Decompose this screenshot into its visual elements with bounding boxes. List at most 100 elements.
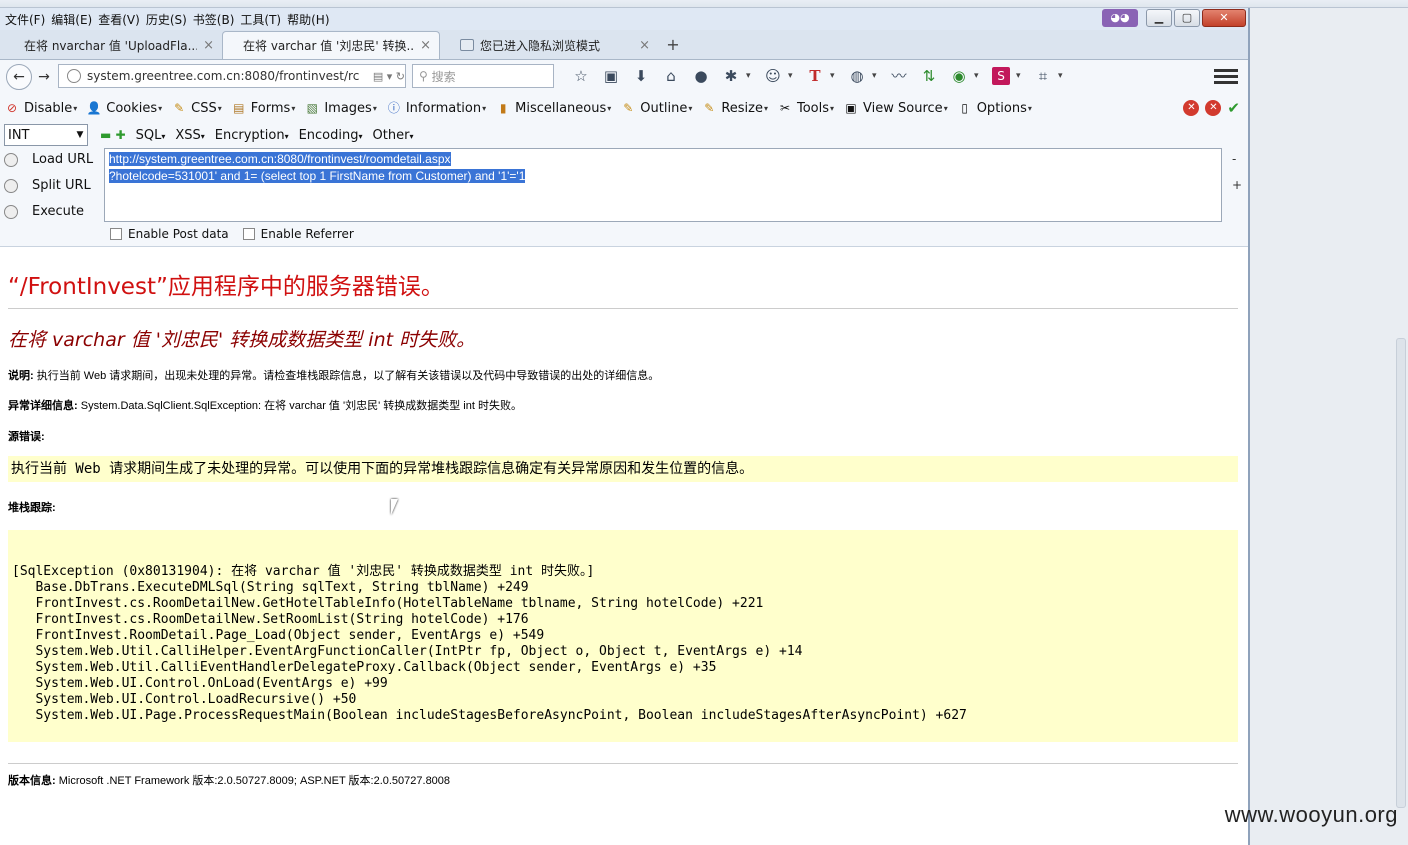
tab-close-icon[interactable]: ×	[420, 38, 431, 53]
stack-line: FrontInvest.RoomDetail.Page_Load(Object …	[12, 628, 545, 643]
download-icon[interactable]: ⬇	[626, 65, 656, 87]
wd-tools[interactable]: ✂ Tools ▾	[777, 101, 834, 116]
chat-icon[interactable]: ●	[686, 65, 716, 87]
stack-trace-heading: 堆栈跟踪:	[8, 499, 56, 515]
chevron-down-icon[interactable]: ▾	[872, 71, 884, 81]
chevron-down-icon[interactable]: ▾	[788, 71, 800, 81]
hackbar-menu-row: INT ▼ ▬ ✚ SQL▾ XSS▾ Encryption▾ Encoding…	[4, 124, 423, 146]
menu-history[interactable]: 历史(S)	[143, 11, 190, 28]
load-url-button[interactable]: Load URL	[4, 152, 93, 167]
divider	[8, 308, 1238, 309]
tab-close-icon[interactable]: ×	[639, 38, 650, 53]
disable-icon: ⊘	[6, 101, 18, 115]
expand-button[interactable]: +	[1232, 178, 1242, 192]
error-subtitle: 在将 varchar 值 '刘忠民' 转换成数据类型 int 时失败。	[8, 329, 476, 351]
wd-options[interactable]: ▯ Options ▾	[957, 101, 1032, 116]
greasemonkey-icon[interactable]: ☺	[758, 65, 788, 87]
valid-check-icon[interactable]: ✔	[1227, 100, 1240, 116]
hackbar-menu-other[interactable]: Other▾	[373, 128, 414, 143]
css-error-icon[interactable]: ✕	[1183, 100, 1200, 116]
hamburger-menu-icon[interactable]	[1214, 66, 1238, 86]
firebug-icon[interactable]: ✱	[716, 65, 746, 87]
menu-bar: 文件(F) 编辑(E) 查看(V) 历史(S) 书签(B) 工具(T) 帮助(H…	[0, 8, 1248, 30]
menu-view[interactable]: 查看(V)	[95, 11, 143, 28]
css-icon: ✎	[174, 101, 185, 115]
graph-icon[interactable]: 〰	[884, 65, 914, 87]
url-bar[interactable]: system.greentree.com.cn:8080/frontinvest…	[58, 64, 406, 88]
wd-css[interactable]: ✎ CSS ▾	[171, 101, 222, 116]
background-scrollbar[interactable]	[1396, 338, 1406, 808]
chevron-down-icon[interactable]: ▾	[830, 71, 842, 81]
increment-icons[interactable]: ▬ ✚	[100, 128, 126, 142]
shrink-button[interactable]: -	[1232, 152, 1236, 166]
hackbar-menu-sql[interactable]: SQL▾	[136, 128, 166, 143]
forward-button[interactable]: →	[34, 69, 54, 85]
outline-icon: ✎	[623, 101, 634, 115]
tab-nvarchar-error[interactable]: 在将 nvarchar 值 'UploadFla... ×	[4, 31, 222, 59]
hackbar-checkboxes: Enable Post data Enable Referrer	[110, 227, 368, 241]
search-input[interactable]: ⚲ 搜索	[412, 64, 554, 88]
menu-file[interactable]: 文件(F)	[2, 11, 48, 28]
exception-details-line: 异常详细信息: System.Data.SqlClient.SqlExcepti…	[8, 397, 522, 413]
toolbar-icons: ☆ ▣ ⬇ ⌂ ● ✱ ▾ ☺ ▾ T ▾ ◍ ▾ 〰 ⇅ ◉ ▾ S ▾ ⌗	[566, 65, 1070, 87]
wd-label: Outline	[640, 100, 688, 116]
chevron-down-icon[interactable]: ▾	[1058, 71, 1070, 81]
hackbar-menu-encoding[interactable]: Encoding▾	[299, 128, 363, 143]
world-icon[interactable]: ◍	[842, 65, 872, 87]
chevron-down-icon[interactable]: ▾	[1016, 71, 1028, 81]
wd-outline[interactable]: ✎ Outline ▾	[620, 101, 692, 116]
wd-resize[interactable]: ✎ Resize ▾	[701, 101, 768, 116]
chevron-down-icon[interactable]: ▾	[974, 71, 986, 81]
chevron-down-icon[interactable]: ▾	[746, 71, 758, 81]
wd-disable[interactable]: ⊘ Disable ▾	[4, 101, 77, 116]
text-tool-icon[interactable]: T	[800, 65, 830, 87]
enable-post-checkbox[interactable]	[110, 228, 122, 240]
minimize-button[interactable]: ▁	[1146, 9, 1172, 27]
menu-help[interactable]: 帮助(H)	[284, 11, 332, 28]
tab-varchar-error[interactable]: 在将 varchar 值 '刘忠民' 转换... ×	[222, 31, 440, 59]
wd-miscellaneous[interactable]: ▮ Miscellaneous ▾	[495, 101, 611, 116]
tab-close-icon[interactable]: ×	[203, 38, 214, 53]
enable-referrer-checkbox[interactable]	[242, 228, 255, 240]
misc-icon: ▮	[499, 101, 507, 115]
reader-icon[interactable]: ▤ ▾ ↻	[373, 70, 405, 83]
source-error-label: 源错误:	[8, 431, 45, 443]
stack-line: System.Web.UI.Control.LoadRecursive() +5…	[12, 692, 357, 707]
crop-icon[interactable]: ⌗	[1028, 65, 1058, 87]
wd-view-source[interactable]: ▣ View Source ▾	[843, 101, 947, 116]
bookmark-star-icon[interactable]: ☆	[566, 65, 596, 87]
js-error-icon[interactable]: ✕	[1205, 100, 1222, 116]
s-extension-icon[interactable]: S	[992, 67, 1010, 85]
wd-cookies[interactable]: 👤 Cookies ▾	[86, 101, 162, 116]
hackbar-menu-encryption[interactable]: Encryption▾	[215, 128, 289, 143]
search-icon: ⚲	[419, 69, 432, 83]
menu-bookmarks[interactable]: 书签(B)	[190, 11, 238, 28]
menu-tools[interactable]: 工具(T)	[237, 11, 284, 28]
abp-counter-icon[interactable]: ◉	[944, 65, 974, 87]
maximize-button[interactable]: ▢	[1174, 9, 1200, 27]
new-tab-button[interactable]: +	[658, 31, 688, 59]
wd-forms[interactable]: ▤ Forms ▾	[231, 101, 295, 116]
wd-images[interactable]: ▧ Images ▾	[304, 101, 377, 116]
version-info-line: 版本信息: Microsoft .NET Framework 版本:2.0.50…	[8, 772, 450, 788]
search-placeholder: 搜索	[431, 69, 456, 84]
close-window-button[interactable]: ✕	[1202, 9, 1246, 27]
bookmarks-list-icon[interactable]: ▣	[596, 65, 626, 87]
hackbar-url-textarea[interactable]: http://system.greentree.com.cn:8080/fron…	[104, 148, 1222, 222]
url-text[interactable]: system.greentree.com.cn:8080/frontinvest…	[87, 69, 369, 83]
web-developer-toolbar: ⊘ Disable ▾ 👤 Cookies ▾ ✎ CSS ▾ ▤ Forms ▾ ▧ Image…	[0, 94, 1248, 122]
menu-edit[interactable]: 编辑(E)	[48, 11, 95, 28]
enable-post-label: Enable Post data	[128, 227, 229, 241]
wd-label: Options	[976, 100, 1027, 116]
switch-arrows-icon[interactable]: ⇅	[914, 65, 944, 87]
hackbar-type-select[interactable]: INT ▼	[4, 124, 88, 146]
split-url-button[interactable]: Split URL	[4, 178, 91, 193]
tab-private-browsing[interactable]: 您已进入隐私浏览模式 ×	[440, 31, 658, 59]
back-button[interactable]: ←	[6, 64, 32, 90]
browser-window: 文件(F) 编辑(E) 查看(V) 历史(S) 书签(B) 工具(T) 帮助(H…	[0, 8, 1250, 845]
hackbar-menu-xss[interactable]: XSS▾	[175, 128, 204, 143]
execute-button[interactable]: Execute	[4, 204, 84, 219]
watermark: www.wooyun.org	[1224, 802, 1398, 827]
wd-information[interactable]: ⓘ Information ▾	[386, 101, 486, 116]
home-icon[interactable]: ⌂	[656, 65, 686, 87]
